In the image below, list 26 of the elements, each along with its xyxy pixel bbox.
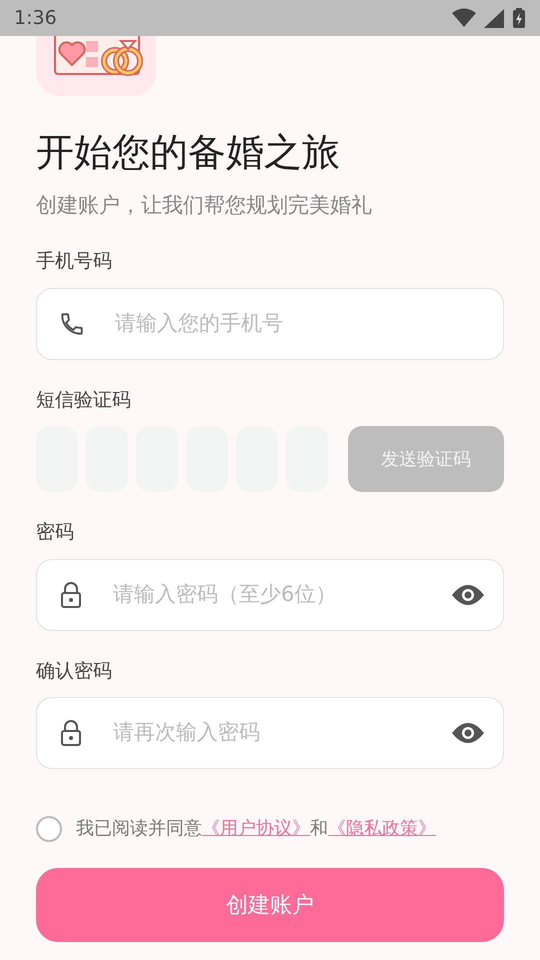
password-input[interactable]: 请输入密码（至少6位）: [111, 578, 423, 612]
lock-icon: [59, 582, 83, 608]
wifi-icon: [452, 8, 476, 28]
agreement-checkbox[interactable]: [36, 816, 62, 842]
lock-icon: [59, 720, 83, 746]
phone-input[interactable]: 请输入您的手机号: [113, 306, 485, 340]
phone-field[interactable]: 请输入您的手机号: [36, 288, 504, 360]
agreement-link[interactable]: 《用户协议》: [202, 818, 310, 840]
status-time: 1:36: [14, 6, 57, 31]
password-input[interactable]: 请再次输入密码: [111, 716, 423, 750]
agreement-link[interactable]: 《隐私政策》: [328, 818, 436, 840]
password-field[interactable]: 请再次输入密码: [36, 697, 504, 770]
field-label: 短信验证码: [36, 388, 132, 413]
eye-icon[interactable]: [451, 584, 485, 606]
field-label: 确认密码: [36, 658, 113, 684]
page-subtitle: 创建账户，让我们帮您规划完美婚礼: [36, 192, 373, 219]
phone-icon: [59, 310, 85, 337]
eye-icon[interactable]: [451, 722, 485, 744]
password-field[interactable]: 请输入密码（至少6位）: [36, 558, 504, 631]
signal-icon: [484, 8, 504, 28]
field-label: 密码: [36, 520, 75, 546]
create-account-button[interactable]: 创建账户: [36, 868, 504, 942]
field-label: 手机号码: [36, 249, 113, 274]
page-title: 开始您的备婚之旅: [36, 130, 341, 176]
battery-icon: [512, 8, 526, 28]
agreement-text: 我已阅读并同意《用户协议》和《隐私政策》: [76, 817, 436, 842]
